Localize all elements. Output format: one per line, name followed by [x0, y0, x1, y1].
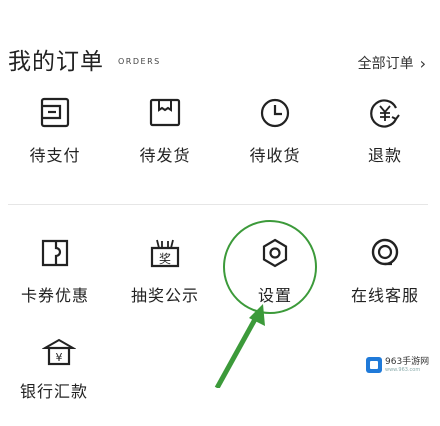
clock-icon	[260, 98, 290, 128]
page-title: 我的订单	[8, 49, 104, 75]
service-coupons[interactable]: 卡券优惠	[0, 236, 110, 326]
order-pending-shipment[interactable]: 待发货	[110, 96, 220, 186]
order-pending-payment[interactable]: 待支付	[0, 96, 110, 186]
bank-icon-text: ¥	[56, 351, 63, 364]
service-label: 抽奖公示	[130, 286, 199, 305]
service-label: 在线客服	[350, 286, 419, 305]
watermark-text: 963手游网	[385, 356, 430, 367]
lottery-icon: 奖	[150, 239, 180, 268]
lottery-icon-text: 奖	[159, 252, 171, 266]
order-label: 待发货	[139, 146, 191, 165]
order-label: 待收货	[249, 146, 301, 165]
wallet-icon	[40, 97, 70, 128]
order-label: 待支付	[29, 146, 81, 165]
chevron-right-icon: ›	[419, 53, 426, 73]
orders-row: 待支付 待发货 待收货 退款	[0, 96, 440, 186]
refund-yen-icon	[370, 99, 400, 128]
section-divider	[8, 204, 428, 205]
order-refund[interactable]: 退款	[330, 96, 440, 186]
watermark-sub: www.963.com	[385, 366, 421, 373]
customer-service-icon	[371, 238, 399, 266]
watermark-logo-icon	[366, 357, 382, 373]
coupon-icon	[41, 239, 69, 267]
order-pending-receipt[interactable]: 待收货	[220, 96, 330, 186]
bank-yen-icon: ¥	[42, 338, 76, 366]
service-lottery[interactable]: 奖 抽奖公示	[110, 236, 220, 326]
package-icon	[149, 98, 181, 127]
all-orders-link[interactable]: 全部订单 ›	[358, 53, 426, 73]
pointer-arrow-annotation	[214, 304, 265, 388]
service-label: 银行汇款	[20, 382, 89, 401]
watermark: 963手游网 www.963.com	[366, 354, 434, 376]
page-subtitle: ORDERS	[118, 57, 161, 66]
orders-header: 我的订单 ORDERS 全部订单 ›	[0, 0, 440, 100]
service-customer-support[interactable]: 在线客服	[330, 236, 440, 326]
order-label: 退款	[367, 146, 402, 165]
all-orders-label: 全部订单	[357, 56, 414, 72]
service-label: 卡券优惠	[20, 286, 89, 305]
